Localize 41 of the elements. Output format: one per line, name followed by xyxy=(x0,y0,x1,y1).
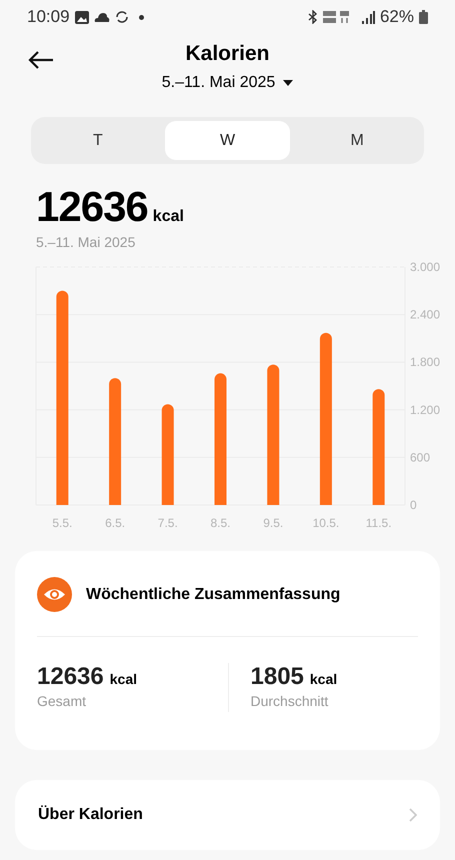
date-range: 5.–11. Mai 2025 xyxy=(35,233,136,252)
y-tick-label: 3.000 xyxy=(410,260,440,274)
page-title: Kalorien xyxy=(185,41,270,67)
period-tab[interactable]: W xyxy=(164,121,290,160)
image-icon xyxy=(74,10,89,24)
y-tick-label: 0 xyxy=(410,498,417,512)
x-tick-label: 10.5. xyxy=(312,516,340,529)
x-tick-label: 7.5. xyxy=(158,516,178,529)
period-tab[interactable]: M xyxy=(294,121,420,160)
x-tick-label: 8.5. xyxy=(210,516,230,529)
bluetooth-icon xyxy=(308,10,318,24)
x-tick-label: 9.5. xyxy=(263,516,284,529)
about-row[interactable]: Über Kalorien xyxy=(15,780,440,850)
stat-label: Durchschnitt xyxy=(250,692,328,711)
sync-icon xyxy=(114,10,129,24)
battery-icon xyxy=(419,10,428,24)
status-time: 10:09 xyxy=(27,6,70,28)
y-tick-label: 1.200 xyxy=(410,402,440,417)
stat-value: 1805 xyxy=(250,663,304,691)
cloud-icon xyxy=(94,12,110,22)
y-tick-label: 2.400 xyxy=(410,308,440,322)
stat-unit: kcal xyxy=(310,670,338,689)
total-unit: kcal xyxy=(152,207,184,227)
signal-icon xyxy=(362,10,375,24)
total-value: 12636 xyxy=(36,184,148,230)
back-button[interactable] xyxy=(28,50,54,70)
x-tick-label: 5.5. xyxy=(52,516,72,529)
stat-label: Gesamt xyxy=(37,692,86,711)
card-title: Wöchentliche Zusammenfassung xyxy=(86,584,340,604)
period-dropdown[interactable]: 5.–11. Mai 2025 xyxy=(162,71,294,95)
eye-icon xyxy=(37,577,72,612)
stat-unit: kcal xyxy=(110,670,137,689)
y-tick-label: 600 xyxy=(410,450,430,464)
x-tick-label: 11.5. xyxy=(366,516,392,529)
battery-percent: 62% xyxy=(380,6,414,28)
y-tick-label: 1.800 xyxy=(410,355,440,370)
chevron-right-icon xyxy=(409,808,417,822)
x-tick-label: 6.5. xyxy=(105,516,126,529)
stat-value: 12636 xyxy=(37,663,104,691)
caret-icon xyxy=(283,80,294,86)
period-tab[interactable]: T xyxy=(35,121,161,160)
